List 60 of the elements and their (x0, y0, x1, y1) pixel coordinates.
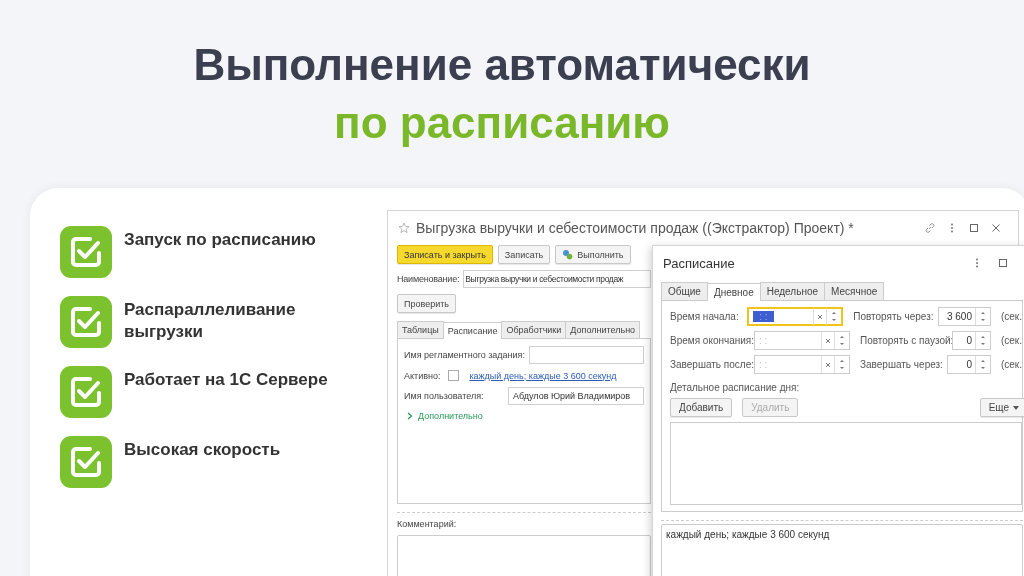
schedule-link[interactable]: каждый день; каждые 3 600 секунд (469, 370, 617, 381)
feature-text: Высокая скорость (124, 439, 282, 461)
row-label: Повторять через: (853, 311, 934, 322)
more-group-toggle[interactable]: Дополнительно (406, 411, 644, 421)
maximize-icon[interactable] (968, 222, 980, 234)
tab[interactable]: Общие (661, 282, 708, 300)
user-label: Имя пользователя: (404, 391, 485, 401)
dialog-title: Расписание (663, 255, 736, 271)
star-icon[interactable] (398, 222, 410, 234)
task-name-label: Имя регламентного задания: (404, 350, 525, 360)
slide-title: Выполнение автоматически (193, 40, 811, 90)
tab[interactable]: Обработчики (501, 321, 567, 338)
more-button[interactable]: Еще (979, 398, 1024, 417)
slide-subtitle: по расписанию (334, 98, 670, 148)
row-label: Завершать через: (860, 359, 943, 370)
number-field[interactable]: 3 600 (937, 307, 991, 326)
checkbox-icon (60, 296, 112, 348)
tab[interactable]: Дневное (706, 283, 761, 301)
maximize-icon[interactable] (997, 257, 1009, 269)
unit-label: (сек. (1000, 335, 1022, 346)
checkbox-icon (60, 366, 112, 418)
active-checkbox[interactable] (448, 370, 460, 381)
clear-icon[interactable] (824, 361, 831, 368)
tab[interactable]: Таблицы (397, 321, 444, 338)
run-icon (562, 249, 574, 260)
unit-label: (сек. (1000, 311, 1022, 322)
active-label: Активно: (404, 370, 441, 381)
link-icon[interactable] (924, 222, 936, 234)
toolbar-button[interactable]: Записать и закрыть (397, 245, 493, 264)
schedule-summary: каждый день; каждые 3 600 секунд (661, 524, 1023, 576)
toolbar-button[interactable]: Выполнить (555, 245, 631, 264)
checkbox-icon (60, 436, 112, 488)
task-name-field[interactable] (529, 346, 644, 364)
detail-label: Детальное расписание дня: (670, 382, 801, 393)
name-field[interactable]: Выгрузка выручки и себестоимости продаж (463, 270, 651, 288)
checkbox-icon (60, 226, 112, 278)
window-title: Выгрузка выручки и себестоимости продаж ((Экстрактор) Проект) * (416, 220, 855, 236)
row-label: Время начала: (670, 311, 740, 322)
number-field[interactable]: 0 (946, 355, 991, 374)
close-icon[interactable] (990, 222, 1002, 234)
feature-text: Запуск по расписанию (124, 229, 317, 251)
feature-text: Работает на 1С Сервере (124, 369, 329, 391)
toolbar-button[interactable]: Записать (497, 245, 551, 264)
tab[interactable]: Расписание (442, 322, 503, 339)
name-label: Наименование: (397, 274, 460, 284)
check-button[interactable]: Проверить (397, 294, 456, 313)
caret-icon (1013, 405, 1019, 410)
unit-label: (сек. (1000, 359, 1022, 370)
tab[interactable]: Дополнительно (565, 321, 641, 338)
comment-field[interactable] (397, 535, 651, 576)
clear-icon[interactable] (817, 313, 824, 320)
tab[interactable]: Недельное (759, 282, 826, 300)
comment-label: Комментарий: (397, 519, 458, 529)
feature-text: Распараллеливание выгрузки (124, 299, 297, 343)
clear-icon[interactable] (824, 337, 831, 344)
list-button[interactable]: Добавить (670, 398, 733, 417)
user-field[interactable]: Абдулов Юрий Владимиров (508, 387, 644, 405)
number-field[interactable]: 0 (952, 331, 991, 350)
tab[interactable]: Месячное (824, 282, 885, 300)
chevron-icon (406, 412, 414, 420)
